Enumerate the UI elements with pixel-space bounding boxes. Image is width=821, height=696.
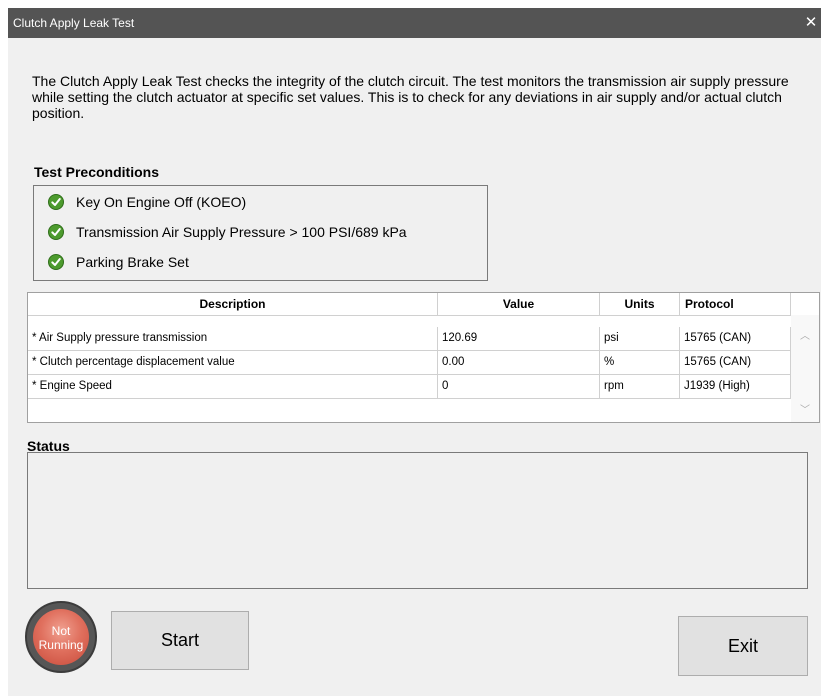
column-header-value[interactable]: Value xyxy=(438,293,600,315)
column-header-units[interactable]: Units xyxy=(600,293,680,315)
title-bar: Clutch Apply Leak Test ✕ xyxy=(8,8,821,38)
precondition-label: Transmission Air Supply Pressure > 100 P… xyxy=(76,224,407,240)
grid-header: Description Value Units Protocol xyxy=(28,293,791,316)
check-circle-icon xyxy=(48,224,64,240)
window-title: Clutch Apply Leak Test xyxy=(13,16,135,30)
check-circle-icon xyxy=(48,194,64,210)
cell-protocol: 15765 (CAN) xyxy=(680,351,791,374)
column-header-description[interactable]: Description xyxy=(28,293,438,315)
running-status-indicator: Not Running xyxy=(25,601,97,673)
precondition-item: Key On Engine Off (KOEO) xyxy=(48,192,246,212)
cell-protocol: 15765 (CAN) xyxy=(680,327,791,350)
precondition-item: Transmission Air Supply Pressure > 100 P… xyxy=(48,222,407,242)
grid-vertical-scrollbar[interactable]: ︿ ﹀ xyxy=(791,315,819,422)
precondition-label: Key On Engine Off (KOEO) xyxy=(76,194,247,210)
scroll-down-icon[interactable]: ﹀ xyxy=(791,403,819,419)
cell-value: 0 xyxy=(438,375,600,398)
status-light: Not Running xyxy=(33,609,89,665)
indicator-label-line2: Running xyxy=(38,638,84,652)
parameter-grid[interactable]: Description Value Units Protocol * Air S… xyxy=(27,292,820,423)
table-row[interactable]: * Air Supply pressure transmission 120.6… xyxy=(28,327,791,351)
preconditions-panel: Key On Engine Off (KOEO) Transmission Ai… xyxy=(33,185,488,281)
close-button[interactable]: ✕ xyxy=(801,8,821,38)
indicator-label-line1: Not xyxy=(51,624,71,638)
test-description: The Clutch Apply Leak Test checks the in… xyxy=(32,73,789,121)
cell-protocol: J1939 (High) xyxy=(680,375,791,398)
table-row[interactable]: * Engine Speed 0 rpm J1939 (High) xyxy=(28,375,791,399)
status-panel xyxy=(27,452,808,589)
precondition-item: Parking Brake Set xyxy=(48,252,189,272)
exit-button[interactable]: Exit xyxy=(678,616,808,676)
cell-units: rpm xyxy=(600,375,680,398)
scroll-up-icon[interactable]: ︿ xyxy=(791,329,819,345)
cell-units: psi xyxy=(600,327,680,350)
cell-units: % xyxy=(600,351,680,374)
start-button[interactable]: Start xyxy=(111,611,249,670)
check-circle-icon xyxy=(48,254,64,270)
cell-value: 0.00 xyxy=(438,351,600,374)
preconditions-heading: Test Preconditions xyxy=(34,164,159,180)
table-row[interactable]: * Clutch percentage displacement value 0… xyxy=(28,351,791,375)
cell-value: 120.69 xyxy=(438,327,600,350)
cell-description: * Air Supply pressure transmission xyxy=(28,327,438,350)
cell-description: * Clutch percentage displacement value xyxy=(28,351,438,374)
column-header-protocol[interactable]: Protocol xyxy=(680,293,791,315)
cell-description: * Engine Speed xyxy=(28,375,438,398)
precondition-label: Parking Brake Set xyxy=(76,254,189,270)
clutch-apply-leak-test-dialog: Clutch Apply Leak Test ✕ The Clutch Appl… xyxy=(8,8,821,696)
